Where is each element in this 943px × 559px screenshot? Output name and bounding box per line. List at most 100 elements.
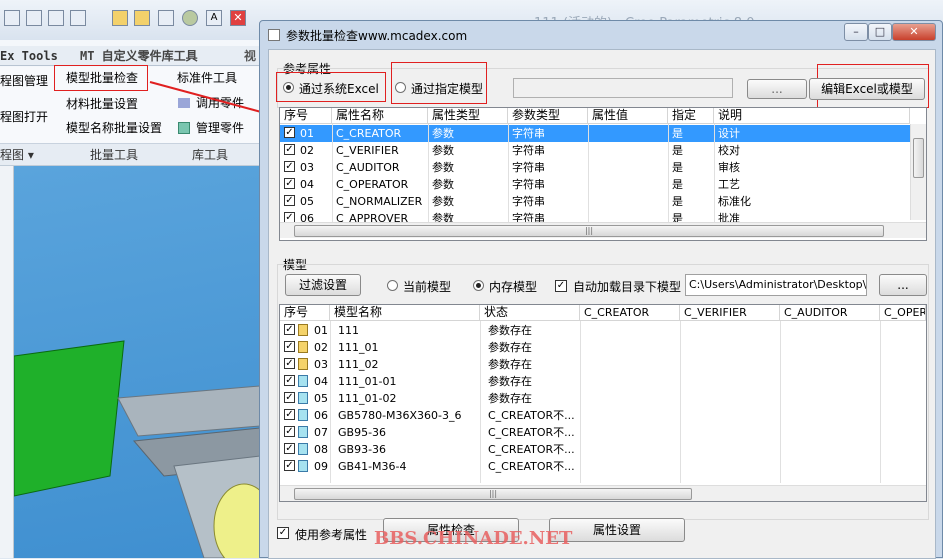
model-row-checkbox[interactable]: ✓ bbox=[284, 392, 295, 403]
edit-icon[interactable] bbox=[158, 10, 174, 26]
attr-row[interactable]: ✓ 01 C_CREATOR 参数 字符串 是 设计 bbox=[280, 125, 910, 142]
model-row[interactable]: ✓ 04 111_01-01 参数存在 bbox=[280, 373, 926, 390]
radio-specified-model[interactable] bbox=[395, 82, 406, 93]
highlight-model-batch-check bbox=[54, 65, 148, 91]
attr-col-divider bbox=[588, 124, 589, 222]
model-col-creator[interactable]: C_CREATOR bbox=[580, 305, 680, 321]
attr-col-desc[interactable]: 说明 bbox=[714, 108, 910, 124]
model-col-auditor[interactable]: C_AUDITOR bbox=[780, 305, 880, 321]
group-drawing[interactable]: 程图 ▾ bbox=[0, 146, 34, 164]
folder-tree-icon[interactable] bbox=[134, 10, 150, 26]
model-hscroll-thumb[interactable]: ||| bbox=[294, 488, 692, 500]
model-cell-status: 参数存在 bbox=[488, 341, 532, 354]
open-file-icon[interactable] bbox=[26, 10, 42, 26]
attr-hscroll-thumb[interactable]: ||| bbox=[294, 225, 884, 237]
model-col-name[interactable]: 模型名称 bbox=[330, 305, 480, 321]
model-row-checkbox[interactable]: ✓ bbox=[284, 324, 295, 335]
close-red-icon[interactable]: ✕ bbox=[230, 10, 246, 26]
filter-settings-button[interactable]: 过滤设置 bbox=[285, 274, 361, 296]
tab-view-label[interactable]: 视 bbox=[244, 47, 256, 65]
attr-row[interactable]: ✓ 05 C_NORMALIZER 参数 字符串 是 标准化 bbox=[280, 193, 910, 210]
model-row-checkbox[interactable]: ✓ bbox=[284, 341, 295, 352]
model-row-checkbox[interactable]: ✓ bbox=[284, 375, 295, 386]
model-row-checkbox[interactable]: ✓ bbox=[284, 426, 295, 437]
model-row[interactable]: ✓ 03 111_02 参数存在 bbox=[280, 356, 926, 373]
text-a-icon[interactable]: A bbox=[206, 10, 222, 26]
attr-vscroll-thumb[interactable] bbox=[913, 138, 924, 178]
model-cell-no: 05 bbox=[314, 392, 328, 405]
tab-mt-label[interactable]: MT 自定义零件库工具 bbox=[80, 47, 198, 65]
model-row-checkbox[interactable]: ✓ bbox=[284, 460, 295, 471]
radio-memory-model[interactable] bbox=[473, 280, 484, 291]
model-cell-no: 03 bbox=[314, 358, 328, 371]
attr-row-checkbox[interactable]: ✓ bbox=[284, 161, 295, 172]
attr-row-checkbox[interactable]: ✓ bbox=[284, 195, 295, 206]
model-row[interactable]: ✓ 07 GB95-36 C_CREATOR不... bbox=[280, 424, 926, 441]
model-row[interactable]: ✓ 02 111_01 参数存在 bbox=[280, 339, 926, 356]
attr-cell: 审核 bbox=[718, 161, 740, 174]
attr-row-checkbox[interactable]: ✓ bbox=[284, 144, 295, 155]
dir-browse-button[interactable]: ... bbox=[879, 274, 927, 296]
dir-path-input[interactable]: C:\Users\Administrator\Desktop\ 测 bbox=[685, 274, 867, 296]
attr-col-divider bbox=[332, 124, 333, 222]
new-file-icon[interactable] bbox=[4, 10, 20, 26]
attr-col-name[interactable]: 属性名称 bbox=[332, 108, 428, 124]
tab-ex-tools-label[interactable]: Ex Tools bbox=[0, 47, 58, 65]
attr-row[interactable]: ✓ 04 C_OPERATOR 参数 字符串 是 工艺 bbox=[280, 176, 910, 193]
minimize-icon[interactable]: – bbox=[844, 23, 868, 41]
attr-col-param-type[interactable]: 参数类型 bbox=[508, 108, 588, 124]
attr-hscroll[interactable]: ||| bbox=[280, 222, 926, 238]
use-ref-attr-checkbox[interactable]: ✓ bbox=[277, 527, 289, 539]
model-row-checkbox[interactable]: ✓ bbox=[284, 443, 295, 454]
windows-icon[interactable] bbox=[70, 10, 86, 26]
maximize-icon[interactable]: □ bbox=[868, 23, 892, 41]
model-row[interactable]: ✓ 06 GB5780-M36X360-3_6 C_CREATOR不... bbox=[280, 407, 926, 424]
attr-vscroll[interactable] bbox=[910, 124, 926, 220]
model-row-checkbox[interactable]: ✓ bbox=[284, 358, 295, 369]
model-cell-no: 09 bbox=[314, 460, 328, 473]
regenerate-icon[interactable] bbox=[48, 10, 64, 26]
attr-row-checkbox[interactable]: ✓ bbox=[284, 178, 295, 189]
attr-col-divider bbox=[508, 124, 509, 222]
attr-col-value[interactable]: 属性值 bbox=[588, 108, 668, 124]
drawing-management[interactable]: 程图管理 bbox=[0, 70, 48, 92]
attr-col-type[interactable]: 属性类型 bbox=[428, 108, 508, 124]
edit-excel-model-button[interactable]: 编辑Excel或模型 bbox=[809, 78, 925, 100]
attr-cell: C_VERIFIER bbox=[336, 144, 399, 157]
close-icon[interactable]: ✕ bbox=[892, 23, 936, 41]
attr-cell bbox=[588, 176, 668, 193]
attr-row-checkbox[interactable]: ✓ bbox=[284, 127, 295, 138]
radio-system-excel[interactable] bbox=[283, 82, 294, 93]
model-path-input[interactable] bbox=[513, 78, 733, 98]
folder-icon[interactable] bbox=[112, 10, 128, 26]
dialog-icon bbox=[268, 29, 280, 41]
attr-col-assigned[interactable]: 指定 bbox=[668, 108, 714, 124]
radio-current-model[interactable] bbox=[387, 280, 398, 291]
browse-model-button[interactable]: ... bbox=[747, 79, 807, 99]
model-row[interactable]: ✓ 01 111 参数存在 bbox=[280, 322, 926, 339]
attr-cell: 参数 bbox=[432, 178, 454, 191]
auto-load-checkbox[interactable]: ✓ bbox=[555, 280, 567, 292]
graphics-viewport[interactable] bbox=[14, 166, 260, 558]
model-col-divider bbox=[480, 321, 481, 483]
drawing-open[interactable]: 程图打开 bbox=[0, 106, 48, 128]
attr-cell: C_NORMALIZER bbox=[336, 195, 423, 208]
attribute-grid[interactable]: 序号 属性名称 属性类型 参数类型 属性值 指定 说明 ✓ 01 C_CREATOR… bbox=[279, 107, 927, 241]
model-grid[interactable]: 序号 模型名称 状态 C_CREATOR C_VERIFIER C_AUDITO… bbox=[279, 304, 927, 502]
material-batch-set[interactable]: 材料批量设置 bbox=[66, 93, 138, 115]
model-row[interactable]: ✓ 09 GB41-M36-4 C_CREATOR不... bbox=[280, 458, 926, 475]
model-hscroll[interactable]: ||| bbox=[280, 485, 926, 501]
attr-col-no[interactable]: 序号 bbox=[280, 108, 332, 124]
attr-row[interactable]: ✓ 02 C_VERIFIER 参数 字符串 是 校对 bbox=[280, 142, 910, 159]
model-col-status[interactable]: 状态 bbox=[480, 305, 580, 321]
attr-cell: 字符串 bbox=[512, 161, 545, 174]
model-row[interactable]: ✓ 05 111_01-02 参数存在 bbox=[280, 390, 926, 407]
model-row[interactable]: ✓ 08 GB93-36 C_CREATOR不... bbox=[280, 441, 926, 458]
model-row-checkbox[interactable]: ✓ bbox=[284, 409, 295, 420]
model-col-no[interactable]: 序号 bbox=[280, 305, 330, 321]
model-col-operator[interactable]: C_OPERA bbox=[880, 305, 926, 321]
attr-row[interactable]: ✓ 03 C_AUDITOR 参数 字符串 是 审核 bbox=[280, 159, 910, 176]
model-col-verifier[interactable]: C_VERIFIER bbox=[680, 305, 780, 321]
attr-col-divider bbox=[428, 124, 429, 222]
sphere-icon[interactable] bbox=[182, 10, 198, 26]
